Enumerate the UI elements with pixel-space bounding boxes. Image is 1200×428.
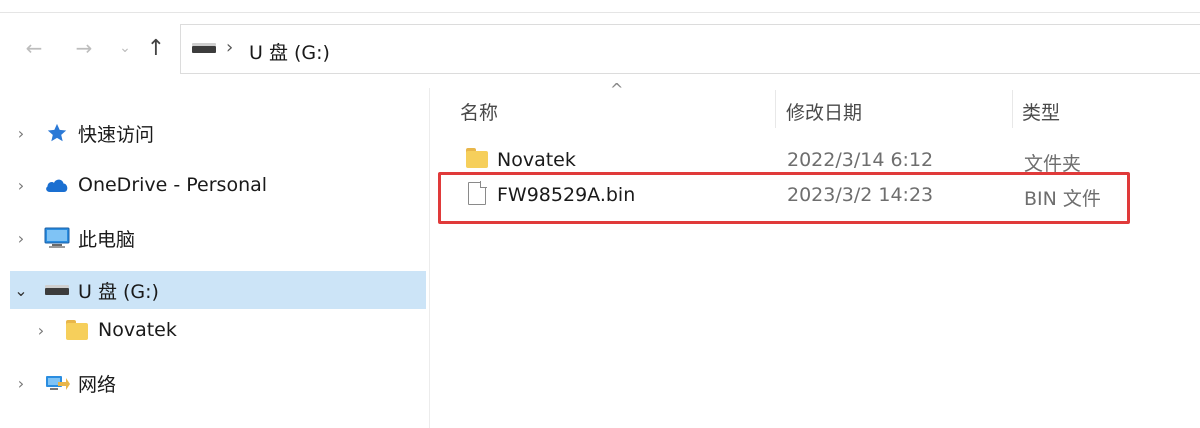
address-bar[interactable]: › U 盘 (G:) [180, 24, 1200, 74]
computer-icon [42, 226, 72, 250]
file-date: 2022/3/14 6:12 [787, 149, 934, 171]
sidebar-item-onedrive[interactable]: › OneDrive - Personal [10, 166, 426, 204]
sort-ascending-icon: ^ [610, 80, 624, 99]
sidebar-item-this-pc[interactable]: › 此电脑 [10, 219, 426, 257]
column-header-name[interactable]: 名称 [460, 98, 498, 125]
breadcrumb-separator[interactable]: › [226, 37, 233, 58]
back-button[interactable]: ← [20, 34, 48, 62]
highlight-box [438, 172, 1130, 224]
pane-divider[interactable] [429, 88, 430, 428]
sidebar-item-label: 此电脑 [78, 228, 136, 251]
navigation-pane: › 快速访问 › OneDrive - Personal › 此电脑 ⌄ U 盘… [0, 88, 430, 428]
sidebar-item-label: OneDrive - Personal [78, 174, 268, 196]
column-header-type[interactable]: 类型 [1022, 98, 1060, 125]
network-icon [42, 371, 72, 395]
column-divider[interactable] [1012, 90, 1013, 128]
forward-button[interactable]: → [70, 34, 98, 62]
expand-chevron-icon[interactable]: › [10, 229, 32, 248]
up-arrow-icon: ↑ [146, 35, 166, 61]
sidebar-item-novatek[interactable]: › Novatek [30, 311, 426, 349]
sidebar-item-label: U 盘 (G:) [78, 280, 159, 303]
sidebar-item-label: 快速访问 [78, 123, 155, 146]
drive-icon [192, 43, 216, 53]
up-button[interactable]: ↑ [142, 34, 170, 62]
file-list: ^ 名称 修改日期 类型 Novatek 2022/3/14 6:12 文件夹 … [438, 80, 1200, 428]
collapse-chevron-icon[interactable]: ⌄ [10, 281, 32, 300]
expand-chevron-icon[interactable]: › [10, 176, 32, 195]
top-divider [0, 12, 1200, 13]
column-divider[interactable] [775, 90, 776, 128]
folder-icon [466, 148, 488, 168]
expand-chevron-icon[interactable]: › [30, 321, 52, 340]
file-name: Novatek [497, 149, 576, 171]
forward-arrow-icon: → [75, 36, 93, 60]
recent-locations-button[interactable]: ⌄ [111, 34, 139, 62]
drive-icon [42, 278, 72, 302]
breadcrumb-drive[interactable]: U 盘 (G:) [249, 38, 330, 65]
cloud-icon [42, 173, 72, 197]
sidebar-item-network[interactable]: › 网络 [10, 364, 426, 402]
sidebar-item-quick-access[interactable]: › 快速访问 [10, 114, 426, 152]
expand-chevron-icon[interactable]: › [10, 124, 32, 143]
sidebar-item-label: Novatek [98, 319, 177, 341]
back-arrow-icon: ← [25, 36, 43, 60]
folder-icon [62, 318, 92, 342]
star-icon [42, 121, 72, 145]
column-header-date[interactable]: 修改日期 [786, 98, 862, 125]
chevron-down-icon: ⌄ [119, 40, 131, 56]
sidebar-item-usb-drive[interactable]: ⌄ U 盘 (G:) [10, 271, 426, 309]
navigation-bar: ← → ⌄ ↑ › U 盘 (G:) [0, 24, 1200, 74]
sidebar-item-label: 网络 [78, 373, 117, 396]
expand-chevron-icon[interactable]: › [10, 374, 32, 393]
